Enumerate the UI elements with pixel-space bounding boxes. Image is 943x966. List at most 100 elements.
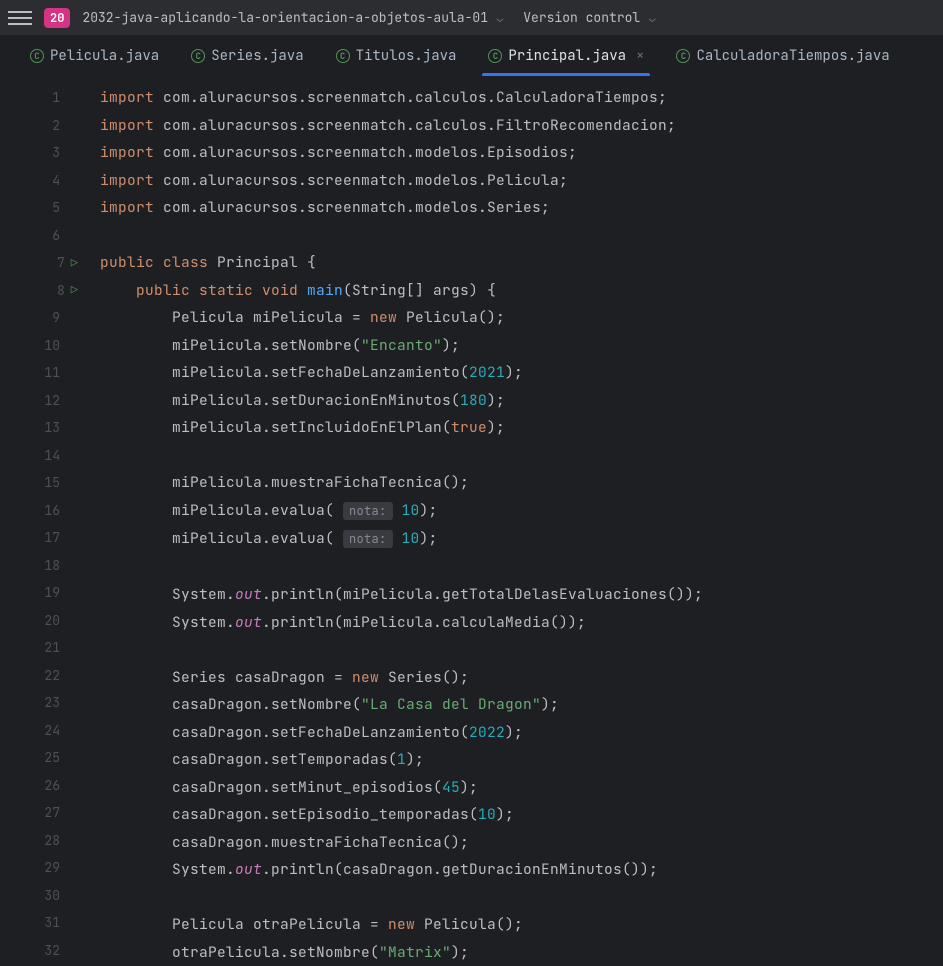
gutter-line: 9 <box>0 304 88 332</box>
line-number: 23 <box>36 694 60 711</box>
editor-tab[interactable]: CPrincipal.java× <box>472 36 660 76</box>
java-class-icon: C <box>676 49 690 63</box>
line-number: 4 <box>36 172 60 189</box>
line-number: 1 <box>36 89 60 106</box>
code-line: import com.aluracursos.screenmatch.model… <box>100 139 703 167</box>
gutter-line: 2 <box>0 112 88 140</box>
run-gutter-icon[interactable]: ▷ <box>71 282 78 298</box>
line-number: 22 <box>36 667 60 684</box>
code-line: System.out.println(casaDragon.getDuracio… <box>100 856 703 884</box>
line-number: 16 <box>36 502 60 519</box>
gutter-line: 24 <box>0 717 88 745</box>
line-number: 19 <box>36 584 60 601</box>
gutter-line: 20 <box>0 607 88 635</box>
line-number: 30 <box>36 887 60 904</box>
code-line: Pelicula miPelicula = new Pelicula(); <box>100 304 703 332</box>
gutter-line: 6 <box>0 222 88 250</box>
line-number: 17 <box>36 529 60 546</box>
line-number: 7 <box>41 254 65 271</box>
line-number: 29 <box>36 859 60 876</box>
close-icon[interactable]: × <box>636 47 644 65</box>
chevron-down-icon: ⌄ <box>642 12 655 26</box>
tab-label: Series.java <box>211 47 303 65</box>
line-number: 8 <box>41 282 65 299</box>
gutter-line: 13 <box>0 414 88 442</box>
gutter: 1234567▷8▷910111213141516171819202122232… <box>0 76 88 962</box>
line-number: 13 <box>36 419 60 436</box>
line-number: 25 <box>36 749 60 766</box>
gutter-line: 27 <box>0 799 88 827</box>
gutter-line: 25 <box>0 744 88 772</box>
code-line <box>100 554 703 582</box>
line-number: 27 <box>36 804 60 821</box>
code-line: casaDragon.setNombre("La Casa del Dragon… <box>100 691 703 719</box>
code-line: public static void main(String[] args) { <box>100 277 703 305</box>
code-line: casaDragon.muestraFichaTecnica(); <box>100 829 703 857</box>
gutter-line: 7▷ <box>0 249 88 277</box>
tab-label: Pelicula.java <box>50 47 159 65</box>
gutter-line: 26 <box>0 772 88 800</box>
line-number: 3 <box>36 144 60 161</box>
java-class-icon: C <box>30 49 44 63</box>
gutter-line: 31 <box>0 909 88 937</box>
editor-tabs: CPelicula.javaCSeries.javaCTitulos.javaC… <box>0 36 943 76</box>
line-number: 24 <box>36 722 60 739</box>
parameter-hint: nota: <box>343 530 393 548</box>
code-line <box>100 222 703 250</box>
version-control-dropdown[interactable]: Version control ⌄ <box>523 9 655 26</box>
code-editor: 1234567▷8▷910111213141516171819202122232… <box>0 76 943 962</box>
gutter-line: 17 <box>0 524 88 552</box>
code-line <box>100 636 703 664</box>
gutter-line: 29 <box>0 854 88 882</box>
code-line <box>100 884 703 912</box>
gutter-line: 19 <box>0 579 88 607</box>
code-line: miPelicula.evalua( nota: 10); <box>100 525 703 554</box>
line-number: 18 <box>36 557 60 574</box>
line-number: 6 <box>36 227 60 244</box>
editor-tab[interactable]: C Series.java <box>175 36 319 76</box>
project-badge: 20 <box>44 8 70 28</box>
line-number: 28 <box>36 832 60 849</box>
line-number: 14 <box>36 447 60 464</box>
code-line: miPelicula.setNombre("Encanto"); <box>100 332 703 360</box>
run-gutter-icon[interactable]: ▷ <box>71 255 78 271</box>
editor-tab[interactable]: C Pelicula.java <box>14 36 175 76</box>
code-line: miPelicula.evalua( nota: 10); <box>100 497 703 526</box>
line-number: 5 <box>36 199 60 216</box>
code-line: import com.aluracursos.screenmatch.calcu… <box>100 112 703 140</box>
code-line <box>100 442 703 470</box>
line-number: 9 <box>36 309 60 326</box>
gutter-line: 18 <box>0 552 88 580</box>
tab-label: CalculadoraTiempos.java <box>696 47 889 65</box>
java-class-icon: C <box>336 49 350 63</box>
project-name-dropdown[interactable]: 2032-java-aplicando-la-orientacion-a-obj… <box>82 9 503 26</box>
gutter-line: 16 <box>0 497 88 525</box>
gutter-line: 8▷ <box>0 277 88 305</box>
code-line: miPelicula.muestraFichaTecnica(); <box>100 469 703 497</box>
code-line: casaDragon.setEpisodio_temporadas(10); <box>100 801 703 829</box>
gutter-line: 15 <box>0 469 88 497</box>
line-number: 21 <box>36 639 60 656</box>
editor-tab[interactable]: C Titulos.java <box>320 36 473 76</box>
code-line: Series casaDragon = new Series(); <box>100 664 703 692</box>
code-line: miPelicula.setFechaDeLanzamiento(2021); <box>100 359 703 387</box>
gutter-line: 12 <box>0 387 88 415</box>
line-number: 11 <box>36 364 60 381</box>
line-number: 20 <box>36 612 60 629</box>
tab-label: Titulos.java <box>356 47 457 65</box>
code-line: miPelicula.setDuracionEnMinutos(180); <box>100 387 703 415</box>
gutter-line: 1 <box>0 84 88 112</box>
code-line: casaDragon.setMinut_episodios(45); <box>100 774 703 802</box>
editor-tab[interactable]: C CalculadoraTiempos.java <box>660 36 905 76</box>
code-line: miPelicula.setIncluidoEnElPlan(true); <box>100 414 703 442</box>
gutter-line: 22 <box>0 662 88 690</box>
code-line: casaDragon.setTemporadas(1); <box>100 746 703 774</box>
line-number: 32 <box>36 942 60 959</box>
code-area[interactable]: import com.aluracursos.screenmatch.calcu… <box>88 76 703 962</box>
gutter-line: 4 <box>0 167 88 195</box>
java-class-icon: C <box>191 49 205 63</box>
parameter-hint: nota: <box>343 502 393 520</box>
line-number: 15 <box>36 474 60 491</box>
line-number: 26 <box>36 777 60 794</box>
hamburger-menu-icon[interactable] <box>8 6 32 30</box>
